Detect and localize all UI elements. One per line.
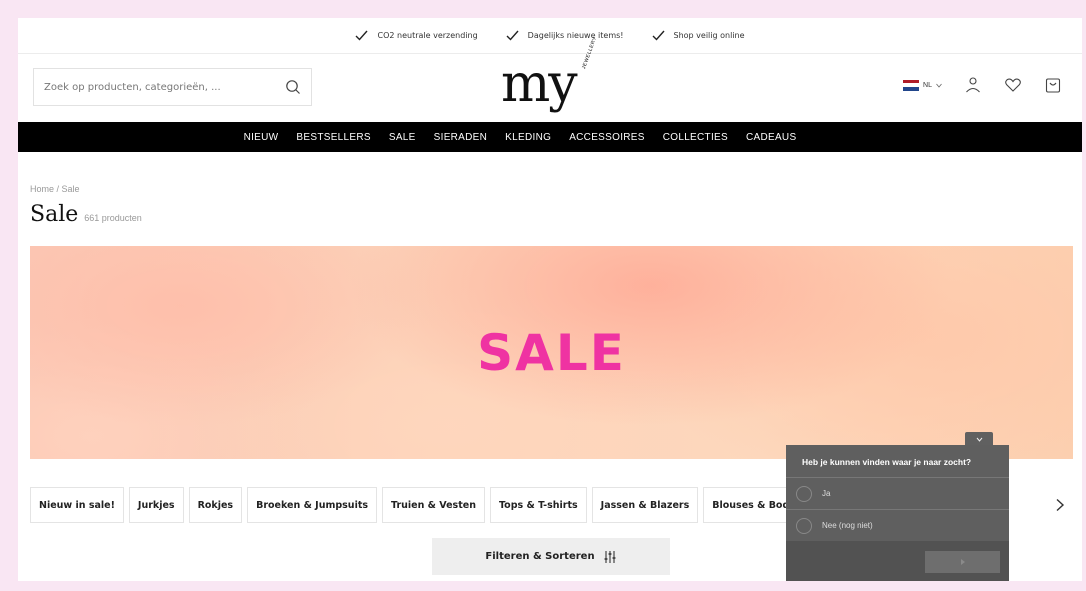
category-chip[interactable]: Tops & T-shirts <box>489 487 587 523</box>
nav-item-nieuw[interactable]: NIEUW <box>244 132 279 143</box>
check-icon <box>355 30 369 41</box>
usp-bar: CO2 neutrale verzending Dagelijks nieuwe… <box>18 18 1082 54</box>
usp-label: Dagelijks nieuwe items! <box>527 31 624 40</box>
survey-collapse-button[interactable] <box>965 432 993 446</box>
survey-option-no[interactable]: Nee (nog niet) <box>786 509 1009 541</box>
filter-sliders-icon <box>604 550 616 563</box>
nav-item-sieraden[interactable]: SIERADEN <box>434 132 488 143</box>
search-input[interactable] <box>44 81 264 93</box>
title-row: Sale 661 producten <box>30 202 142 227</box>
account-button[interactable] <box>964 76 982 94</box>
nav-item-kleding[interactable]: KLEDING <box>505 132 551 143</box>
category-chip[interactable]: Jassen & Blazers <box>591 487 699 523</box>
heart-icon <box>1005 78 1021 92</box>
chevron-down-icon <box>936 83 942 88</box>
wishlist-button[interactable] <box>1004 76 1022 94</box>
logo[interactable]: my JEWELLERY <box>501 36 601 114</box>
user-icon <box>966 77 980 93</box>
usp-item: Dagelijks nieuwe items! <box>506 30 624 41</box>
usp-item: Shop veilig online <box>652 30 745 41</box>
product-count: 661 producten <box>84 213 142 223</box>
category-chips: Nieuw in sale! Jurkjes Rokjes Broeken & … <box>30 487 814 523</box>
nav-item-collecties[interactable]: COLLECTIES <box>663 132 728 143</box>
page: CO2 neutrale verzending Dagelijks nieuwe… <box>18 18 1082 581</box>
header-icons: NL <box>903 76 1062 94</box>
nav-item-sale[interactable]: SALE <box>389 132 416 143</box>
language-selector[interactable]: NL <box>903 79 942 91</box>
search-icon[interactable] <box>285 79 301 95</box>
page-title: Sale <box>30 202 79 227</box>
flag-nl-icon <box>903 79 920 91</box>
header: my JEWELLERY NL <box>18 36 1082 122</box>
survey-footer <box>786 541 1009 581</box>
survey-question: Heb je kunnen vinden waar je naar zocht? <box>802 457 972 467</box>
category-chip[interactable]: Truien & Vesten <box>382 487 485 523</box>
sale-banner[interactable]: SALE <box>30 246 1073 459</box>
nav-item-bestsellers[interactable]: BESTSELLERS <box>296 132 370 143</box>
chevron-down-icon <box>976 437 982 442</box>
nav-item-accessoires[interactable]: ACCESSOIRES <box>569 132 645 143</box>
feedback-survey: Heb je kunnen vinden waar je naar zocht?… <box>786 445 1009 581</box>
usp-label: CO2 neutrale verzending <box>377 31 478 40</box>
check-icon <box>506 30 519 41</box>
cart-button[interactable] <box>1044 76 1062 94</box>
breadcrumb[interactable]: Home / Sale <box>30 184 80 194</box>
filter-sort-button[interactable]: Filteren & Sorteren <box>432 538 670 575</box>
usp-item: CO2 neutrale verzending <box>355 30 478 41</box>
category-chip[interactable]: Nieuw in sale! <box>30 487 124 523</box>
survey-option-label: Nee (nog niet) <box>822 521 873 530</box>
banner-text: SALE <box>477 324 626 382</box>
language-label: NL <box>923 81 932 89</box>
category-chip[interactable]: Rokjes <box>188 487 243 523</box>
chevron-right-icon[interactable] <box>1054 498 1066 512</box>
bag-icon <box>1045 78 1061 93</box>
main-nav: NIEUW BESTSELLERS SALE SIERADEN KLEDING … <box>18 122 1082 152</box>
survey-option-yes[interactable]: Ja <box>786 477 1009 509</box>
check-icon <box>652 30 665 41</box>
category-chip[interactable]: Broeken & Jumpsuits <box>247 487 378 523</box>
chevron-right-icon <box>960 559 965 565</box>
search-box[interactable] <box>33 68 312 106</box>
usp-label: Shop veilig online <box>673 31 745 40</box>
survey-submit-button[interactable] <box>925 551 1000 573</box>
category-chip[interactable]: Jurkjes <box>128 487 184 523</box>
survey-option-label: Ja <box>822 489 831 498</box>
radio-button[interactable] <box>796 517 812 534</box>
radio-button[interactable] <box>796 485 812 502</box>
filter-label: Filteren & Sorteren <box>485 551 595 562</box>
nav-item-cadeaus[interactable]: CADEAUS <box>746 132 796 143</box>
